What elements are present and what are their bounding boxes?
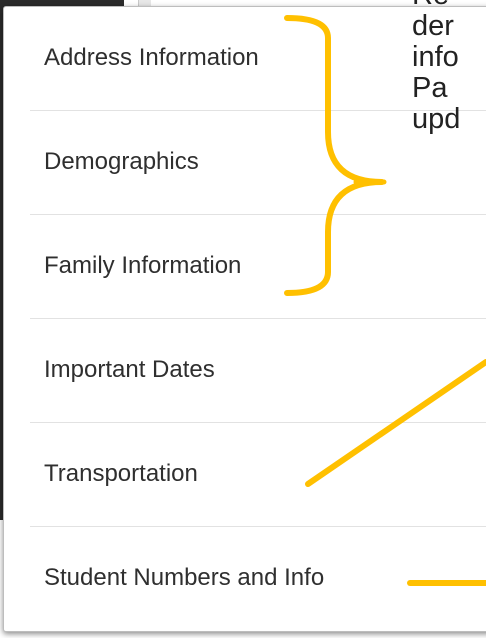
menu-item-label: Transportation	[44, 460, 198, 487]
menu-item-label: Address Information	[44, 44, 259, 71]
callout-line: der	[412, 10, 454, 42]
menu-item-label: Important Dates	[44, 356, 215, 383]
callout-line: Pa	[412, 72, 448, 104]
menu-item-label: Demographics	[44, 148, 199, 175]
menu-item-family-information[interactable]: Family Information	[4, 215, 486, 317]
menu-item-transportation[interactable]: Transportation	[4, 423, 486, 525]
screenshot-stage: Address Information Demographics Family …	[0, 0, 486, 638]
menu-item-label: Student Numbers and Info	[44, 564, 325, 591]
menu-item-student-numbers-and-info[interactable]: Student Numbers and Info	[4, 527, 486, 629]
callout-line: upd	[412, 103, 461, 135]
callout-line: info	[412, 41, 459, 73]
callout-text: Re der info Pa upd	[412, 0, 460, 135]
menu-item-important-dates[interactable]: Important Dates	[4, 319, 486, 421]
menu-item-label: Family Information	[44, 252, 242, 279]
